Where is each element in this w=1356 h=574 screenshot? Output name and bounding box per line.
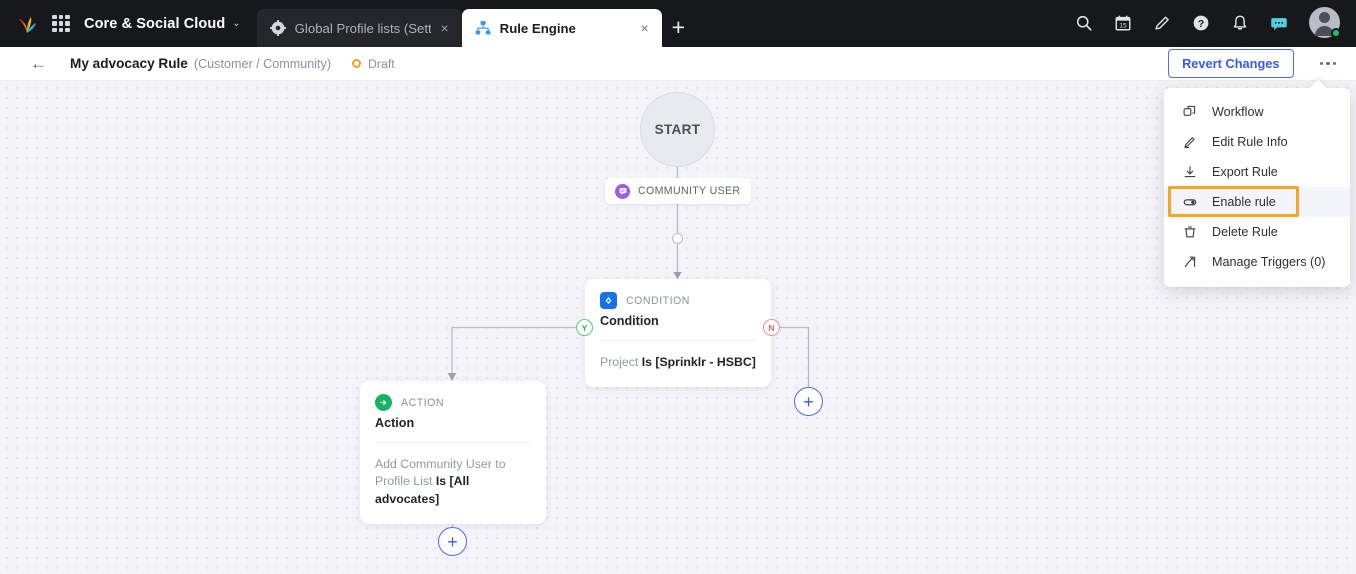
- status-ring-icon: [352, 59, 362, 68]
- tab-label: Rule Engine: [499, 20, 576, 36]
- condition-title: Condition: [600, 314, 659, 328]
- app-switcher-grid-icon[interactable]: [52, 14, 70, 33]
- workflow-icon: [1182, 105, 1197, 120]
- menu-item-delete-rule[interactable]: Delete Rule: [1164, 217, 1350, 247]
- bell-icon[interactable]: [1231, 14, 1249, 32]
- svg-text:?: ?: [1198, 18, 1204, 29]
- sprinklr-logo-icon[interactable]: [14, 11, 40, 37]
- community-user-icon: [615, 183, 630, 199]
- menu-item-enable-rule[interactable]: Enable rule: [1164, 187, 1350, 217]
- topbar-left-group: Core & Social Cloud ⌄: [0, 0, 241, 47]
- app-name-label: Core & Social Cloud: [84, 15, 226, 32]
- rule-scope-label: (Customer / Community): [193, 56, 332, 71]
- branch-badge-yes[interactable]: Y: [576, 319, 593, 336]
- action-card-header: ACTION: [375, 394, 531, 411]
- new-tab-button[interactable]: +: [672, 14, 685, 41]
- revert-changes-button[interactable]: Revert Changes: [1168, 49, 1294, 78]
- trigger-chip-community-user[interactable]: COMMUNITY USER: [605, 178, 751, 204]
- close-icon[interactable]: ×: [440, 21, 448, 35]
- hierarchy-icon: [475, 20, 491, 36]
- condition-node-card[interactable]: CONDITION Condition Project Is [Sprinklr…: [585, 279, 771, 388]
- menu-item-export-rule[interactable]: Export Rule: [1164, 157, 1350, 187]
- avatar[interactable]: [1309, 7, 1341, 38]
- triggers-icon: [1182, 255, 1197, 270]
- branch-badge-no[interactable]: N: [763, 319, 780, 336]
- subheader-actions: Revert Changes: [1168, 49, 1340, 78]
- menu-item-label: Edit Rule Info: [1212, 135, 1288, 149]
- pencil-icon: [1182, 135, 1197, 150]
- condition-rule-text: Project Is [Sprinklr - HSBC]: [600, 340, 756, 371]
- menu-item-label: Delete Rule: [1212, 225, 1278, 239]
- start-node[interactable]: START: [640, 92, 715, 167]
- menu-item-label: Manage Triggers (0): [1212, 255, 1326, 269]
- gear-icon: [269, 20, 286, 36]
- edit-pencil-icon[interactable]: [1153, 14, 1171, 32]
- condition-diamond-icon: [600, 292, 617, 309]
- page-title: My advocacy Rule: [70, 56, 188, 71]
- more-options-menu: Workflow Edit Rule Info Export Rule Enab…: [1164, 79, 1350, 287]
- tab-rule-engine[interactable]: Rule Engine ×: [461, 9, 662, 47]
- top-navigation-bar: Core & Social Cloud ⌄ Global Profile lis…: [0, 0, 1356, 47]
- calendar-icon[interactable]: 15: [1114, 14, 1132, 32]
- browser-tab-strip: Global Profile lists (Setti × Rule Engin…: [256, 0, 685, 47]
- menu-item-label: Workflow: [1212, 105, 1264, 119]
- rule-subheader: ← My advocacy Rule (Customer / Community…: [0, 47, 1356, 81]
- condition-rule-value: Is [Sprinklr - HSBC]: [641, 355, 756, 369]
- menu-item-edit-rule-info[interactable]: Edit Rule Info: [1164, 127, 1350, 157]
- status-badge: Draft: [352, 57, 395, 71]
- action-arrow-icon: [375, 394, 392, 411]
- status-label: Draft: [368, 56, 395, 71]
- tab-global-profile-lists[interactable]: Global Profile lists (Setti ×: [256, 9, 462, 47]
- topbar-right-group: 15 ?: [1075, 0, 1356, 47]
- status-online-dot: [1331, 28, 1341, 38]
- search-icon[interactable]: [1075, 14, 1093, 32]
- menu-item-manage-triggers[interactable]: Manage Triggers (0): [1164, 247, 1350, 277]
- action-node-card[interactable]: ACTION Action Add Community User to Prof…: [360, 381, 546, 525]
- tab-label: Global Profile lists (Setti: [294, 20, 432, 36]
- chat-bubble-icon[interactable]: [1270, 14, 1288, 32]
- action-title: Action: [375, 416, 415, 430]
- trigger-chip-label: COMMUNITY USER: [638, 185, 741, 197]
- more-options-button[interactable]: [1316, 56, 1341, 72]
- condition-rule-prefix: Project: [600, 355, 642, 369]
- help-circle-icon[interactable]: ?: [1192, 14, 1210, 32]
- condition-card-header: CONDITION: [600, 292, 756, 309]
- chevron-down-icon[interactable]: ⌄: [232, 18, 240, 29]
- back-button[interactable]: ←: [30, 55, 47, 72]
- menu-item-label: Enable rule: [1212, 195, 1276, 209]
- action-kind-label: ACTION: [401, 396, 445, 409]
- download-icon: [1182, 165, 1197, 180]
- rule-engine-page: Core & Social Cloud ⌄ Global Profile lis…: [0, 0, 1356, 574]
- trash-icon: [1182, 225, 1197, 240]
- toggle-switch-icon: [1182, 195, 1197, 210]
- add-node-button-no-branch[interactable]: +: [794, 387, 823, 416]
- close-icon[interactable]: ×: [640, 21, 648, 35]
- menu-item-label: Export Rule: [1212, 165, 1278, 179]
- workflow-canvas[interactable]: START COMMUNITY USER CONDITION Condition…: [0, 81, 1356, 574]
- edge-midpoint-node[interactable]: [672, 233, 683, 244]
- svg-text:15: 15: [1119, 22, 1127, 29]
- avatar-head: [1319, 12, 1330, 23]
- menu-item-workflow[interactable]: Workflow: [1164, 97, 1350, 127]
- add-node-button-after-action[interactable]: +: [438, 527, 467, 556]
- action-rule-text: Add Community User to Profile List Is [A…: [375, 442, 531, 508]
- condition-kind-label: CONDITION: [626, 294, 690, 307]
